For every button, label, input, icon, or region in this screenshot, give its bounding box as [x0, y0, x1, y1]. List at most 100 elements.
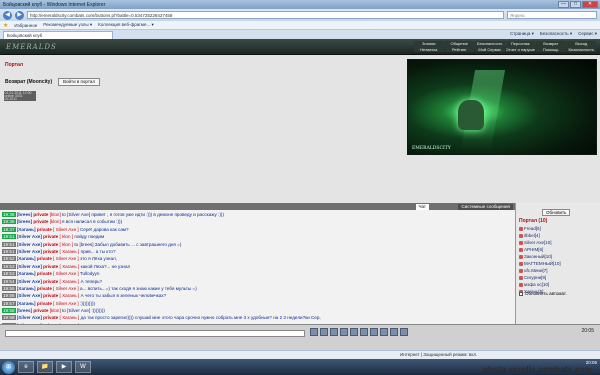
private-label: private	[43, 241, 59, 247]
tool-icon[interactable]	[360, 328, 368, 336]
back-icon[interactable]: ◀	[3, 10, 12, 20]
chat-recipient[interactable]: [ Silver Axe ]	[53, 227, 79, 232]
close-button[interactable]: ✕	[582, 1, 598, 8]
chat-nick[interactable]: [brees]	[17, 219, 32, 224]
chat-nick[interactable]: [Хагань]	[17, 286, 36, 291]
player-name[interactable]: Законный[10]	[524, 253, 552, 260]
page-menu[interactable]: Страница ▾	[510, 31, 534, 37]
player-item[interactable]: Сигурни[9]	[519, 274, 599, 281]
chat-recipient[interactable]: [ Хагань ]	[60, 264, 80, 269]
menu-item[interactable]: Мой Сервис	[475, 47, 505, 52]
tool-icon[interactable]	[400, 328, 408, 336]
menu-item[interactable]: Рейтинг	[444, 47, 474, 52]
start-button[interactable]: ⊞	[2, 360, 15, 374]
chat-nick[interactable]: [Silver Axe]	[17, 293, 42, 298]
star-icon[interactable]: ★	[3, 22, 8, 29]
menu-item[interactable]: Отчет о нарушении	[505, 47, 535, 52]
chat-nick[interactable]: [Silver Axe]	[17, 315, 42, 320]
folder-icon[interactable]: 📁	[37, 361, 53, 373]
chat-nick[interactable]: [Silver Axe]	[17, 249, 42, 254]
chat-recipient[interactable]: [klon]	[50, 212, 61, 217]
chat-line: 19:53 [Хагань] private [ Silver Axe ] Tu…	[2, 270, 515, 277]
menu-item[interactable]: Помощь	[536, 47, 566, 52]
chat-nick[interactable]: [brees]	[17, 308, 32, 313]
chat-recipient[interactable]: [ Silver Axe ]	[53, 286, 79, 291]
player-name[interactable]: APHIM[6]	[524, 246, 543, 253]
player-item[interactable]: ufc.Мини[7]	[519, 267, 599, 274]
tool-icon[interactable]	[350, 328, 358, 336]
chat-recipient[interactable]: [klon]	[50, 308, 61, 313]
chat-recipient[interactable]: [ Хагань ]	[60, 293, 80, 298]
chat-recipient[interactable]: [ Silver Axe ]	[53, 256, 79, 261]
tool-icon[interactable]	[330, 328, 338, 336]
auto-update[interactable]: Обновлять автомат.	[519, 291, 567, 296]
chat-recipient[interactable]: [ Silver Axe ]	[53, 301, 79, 306]
chat-recipient[interactable]: [ klon ]	[60, 234, 74, 239]
menu-item[interactable]: Выход	[566, 41, 596, 46]
auto-update-checkbox[interactable]	[519, 291, 523, 296]
player-name[interactable]: мэфа ос[10]	[524, 281, 549, 288]
tool-icon[interactable]	[320, 328, 328, 336]
private-label: private	[36, 256, 52, 262]
tool-icon[interactable]	[370, 328, 378, 336]
clan-icon	[519, 233, 523, 238]
player-name[interactable]: ufc.Мини[7]	[524, 267, 548, 274]
chat-recipient[interactable]: [ Хагань ]	[60, 279, 80, 284]
player-item[interactable]: Законный[10]	[519, 253, 599, 260]
menu-item[interactable]: Общение	[444, 41, 474, 46]
chat-nick[interactable]: [Хагань]	[17, 227, 36, 232]
maximize-button[interactable]: □	[570, 1, 581, 8]
chat-nick[interactable]: [Silver Axe]	[17, 264, 42, 269]
menu-item[interactable]: Безопасность	[475, 41, 505, 46]
tools-menu[interactable]: Сервис ▾	[578, 31, 597, 37]
chat-nick[interactable]: [Хагань]	[17, 271, 36, 276]
minimize-button[interactable]: —	[558, 1, 569, 8]
chat-recipient[interactable]: [ Хагань ]	[60, 315, 80, 320]
forward-icon[interactable]: ▶	[15, 10, 24, 20]
stats-line: 02.2011	[4, 97, 17, 102]
player-item[interactable]: Fread[6]	[519, 225, 599, 232]
tool-icon[interactable]	[390, 328, 398, 336]
menu-item[interactable]: Безопасность	[566, 47, 596, 52]
chat-recipient[interactable]: [klon]	[50, 219, 61, 224]
player-name[interactable]: Сигурни[9]	[524, 274, 546, 281]
word-icon[interactable]: W	[75, 361, 91, 373]
menu-item[interactable]: Знания	[414, 41, 444, 46]
favorites-label[interactable]: Избранное	[14, 23, 37, 28]
chat-nick[interactable]: [Silver Axe]	[17, 279, 42, 284]
player-name[interactable]: МАГТЕМНЫЙ[10]	[524, 260, 561, 267]
player-name[interactable]: itbbel[4]	[524, 232, 540, 239]
chat-recipient[interactable]: [ Silver Axe ]	[53, 271, 79, 276]
enter-portal-button[interactable]: Войти в портал	[58, 78, 100, 86]
favorite-item-recommended[interactable]: Рекомендуемые узлы ▾	[43, 22, 92, 28]
player-item[interactable]: APHIM[6]	[519, 246, 599, 253]
player-item[interactable]: itbbel[4]	[519, 232, 599, 239]
chat-nick[interactable]: [Silver Axe]	[17, 242, 42, 247]
chat-nick[interactable]: [Хагань]	[17, 256, 36, 261]
chat-input[interactable]	[5, 330, 305, 337]
player-item[interactable]: мэфа ос[10]	[519, 281, 599, 288]
favorite-item-gallery[interactable]: Коллекция веб-фрагме... ▾	[98, 22, 154, 28]
player-item[interactable]: Silver Axe[10]	[519, 239, 599, 246]
menu-item[interactable]: Нехватка	[414, 47, 444, 52]
security-menu[interactable]: Безопасность ▾	[540, 31, 572, 37]
menu-item[interactable]: Возврат	[536, 41, 566, 46]
media-icon[interactable]: ▶	[56, 361, 72, 373]
menu-item[interactable]: Персонаж	[505, 41, 535, 46]
chat-recipient[interactable]: [ Хагань ]	[60, 249, 80, 254]
tool-icon[interactable]	[380, 328, 388, 336]
chat-recipient[interactable]: [ klon ]	[60, 242, 74, 247]
chat-nick[interactable]: [Silver Axe]	[17, 234, 42, 239]
chat-nick[interactable]: [brees]	[17, 212, 32, 217]
tool-icon[interactable]	[340, 328, 348, 336]
ie-icon[interactable]: e	[18, 361, 34, 373]
search-input[interactable]: Яндекс	[507, 11, 597, 19]
player-item[interactable]: МАГТЕМНЫЙ[10]	[519, 260, 599, 267]
player-name[interactable]: Silver Axe[10]	[524, 239, 552, 246]
tab-combats[interactable]: Бойцовский клуб	[3, 30, 113, 39]
refresh-button[interactable]: Обновить	[542, 209, 571, 216]
tool-icon[interactable]	[310, 328, 318, 336]
player-name[interactable]: Fread[6]	[524, 225, 541, 232]
chat-nick[interactable]: [Хагань]	[17, 301, 36, 306]
url-input[interactable]: http://emeraldscity.combats.com/buttons.…	[27, 11, 504, 19]
